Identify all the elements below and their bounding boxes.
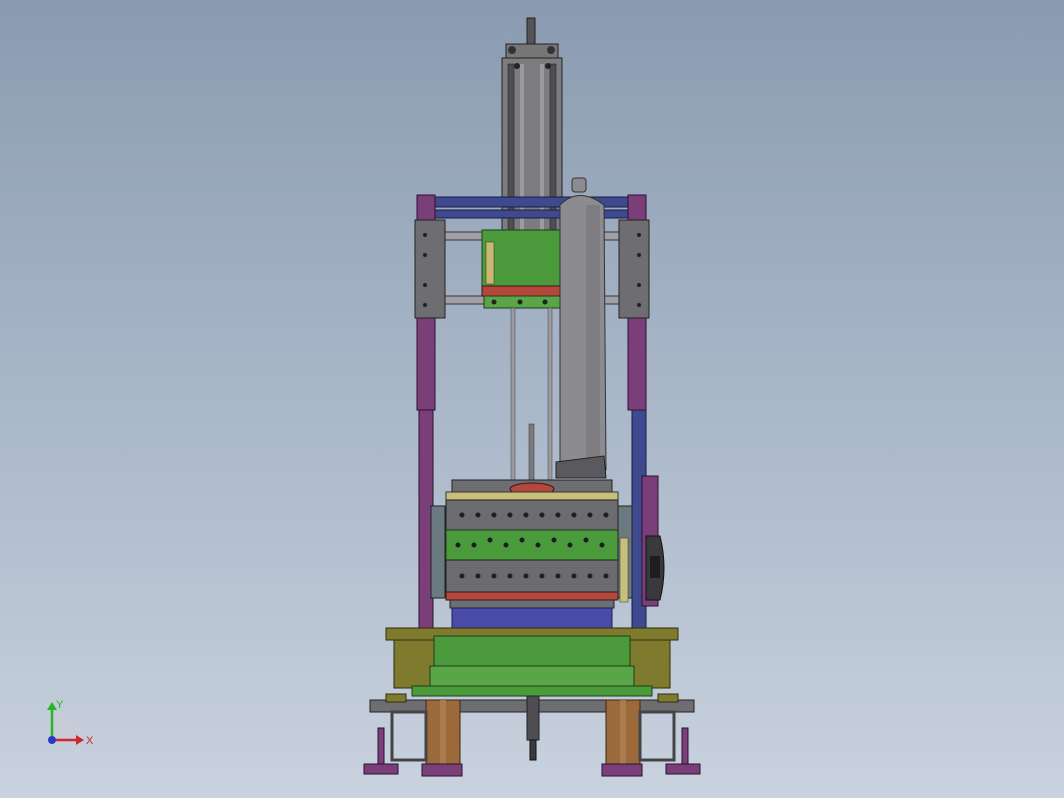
machine-model[interactable]: [0, 0, 1064, 798]
right-motor: [641, 475, 665, 607]
base-assembly: [363, 627, 701, 777]
axis-triad: Y X: [47, 700, 94, 747]
cad-viewport[interactable]: Y X: [0, 0, 1064, 798]
y-axis-label: Y: [56, 700, 64, 711]
gas-tank: [555, 177, 607, 479]
z-axis-dot: [48, 736, 56, 744]
x-axis-arrow: [76, 735, 84, 745]
guide-rods: [510, 307, 553, 489]
x-axis-label: X: [86, 735, 94, 747]
